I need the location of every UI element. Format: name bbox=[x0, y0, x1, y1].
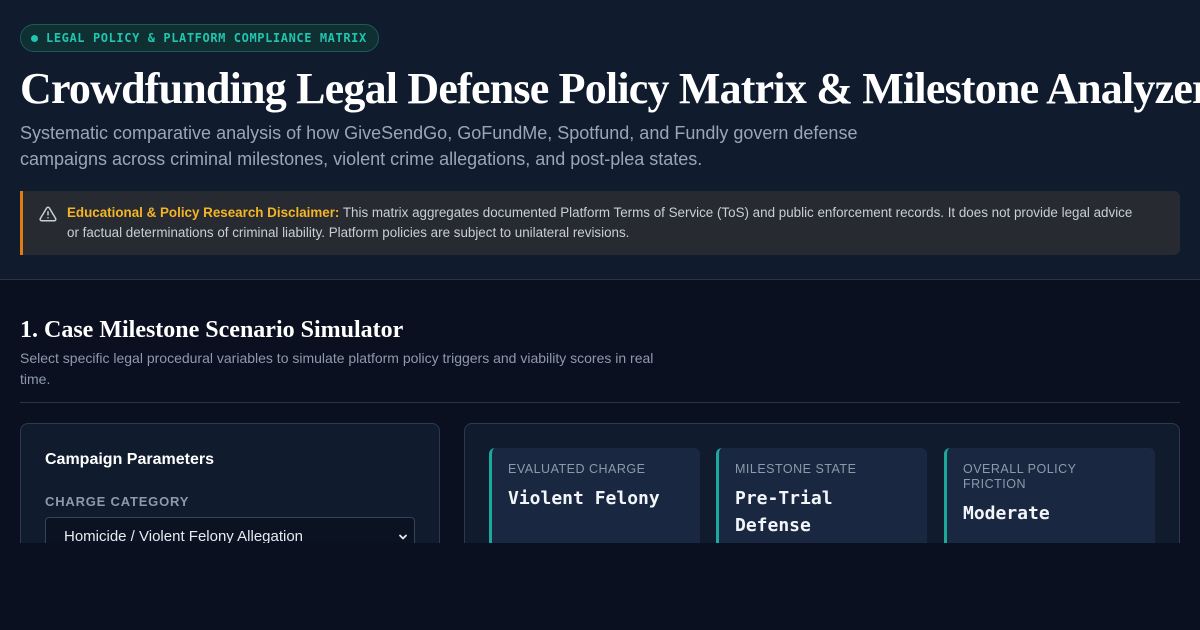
category-badge: LEGAL POLICY & PLATFORM COMPLIANCE MATRI… bbox=[20, 24, 379, 52]
page-header: LEGAL POLICY & PLATFORM COMPLIANCE MATRI… bbox=[0, 0, 1200, 280]
stat-value: Pre-Trial Defense bbox=[735, 488, 833, 536]
simulator-content: Campaign Parameters CHARGE CATEGORY Homi… bbox=[0, 423, 1200, 543]
simulator-section-header: 1. Case Milestone Scenario Simulator Sel… bbox=[20, 316, 1180, 390]
page-subtitle: Systematic comparative analysis of how G… bbox=[20, 123, 858, 169]
page-title: Crowdfunding Legal Defense Policy Matrix… bbox=[20, 64, 1200, 113]
stat-label: EVALUATED CHARGE bbox=[508, 462, 646, 476]
stat-card-policy-friction: OVERALL POLICY FRICTION Moderate bbox=[944, 448, 1155, 543]
stat-label: OVERALL POLICY FRICTION bbox=[963, 462, 1077, 491]
stat-label: MILESTONE STATE bbox=[735, 462, 857, 476]
stat-value: Moderate bbox=[963, 503, 1050, 524]
status-dot-icon bbox=[31, 34, 38, 42]
section-title: 1. Case Milestone Scenario Simulator bbox=[20, 317, 404, 343]
policy-results-panel: EVALUATED CHARGE Violent Felony MILESTON… bbox=[464, 423, 1180, 543]
section-description: Select specific legal procedural variabl… bbox=[20, 350, 654, 387]
disclaimer-banner: Educational & Policy Research Disclaimer… bbox=[20, 191, 1180, 255]
category-badge-label: LEGAL POLICY & PLATFORM COMPLIANCE MATRI… bbox=[46, 31, 367, 45]
panel-title: Campaign Parameters bbox=[45, 451, 214, 468]
charge-category-value: Homicide / Violent Felony Allegation bbox=[64, 528, 304, 543]
section-divider bbox=[20, 402, 1180, 403]
campaign-parameters-panel: Campaign Parameters CHARGE CATEGORY Homi… bbox=[20, 423, 440, 543]
disclaimer-heading: Educational & Policy Research Disclaimer… bbox=[67, 205, 340, 220]
charge-category-select[interactable]: Homicide / Violent Felony Allegation bbox=[45, 517, 415, 543]
stat-value: Violent Felony bbox=[508, 488, 660, 509]
stat-card-milestone-state: MILESTONE STATE Pre-Trial Defense bbox=[716, 448, 927, 543]
charge-category-label: CHARGE CATEGORY bbox=[45, 494, 190, 509]
warning-triangle-icon bbox=[39, 206, 57, 222]
chevron-down-icon bbox=[399, 534, 407, 540]
stat-card-evaluated-charge: EVALUATED CHARGE Violent Felony bbox=[489, 448, 700, 543]
